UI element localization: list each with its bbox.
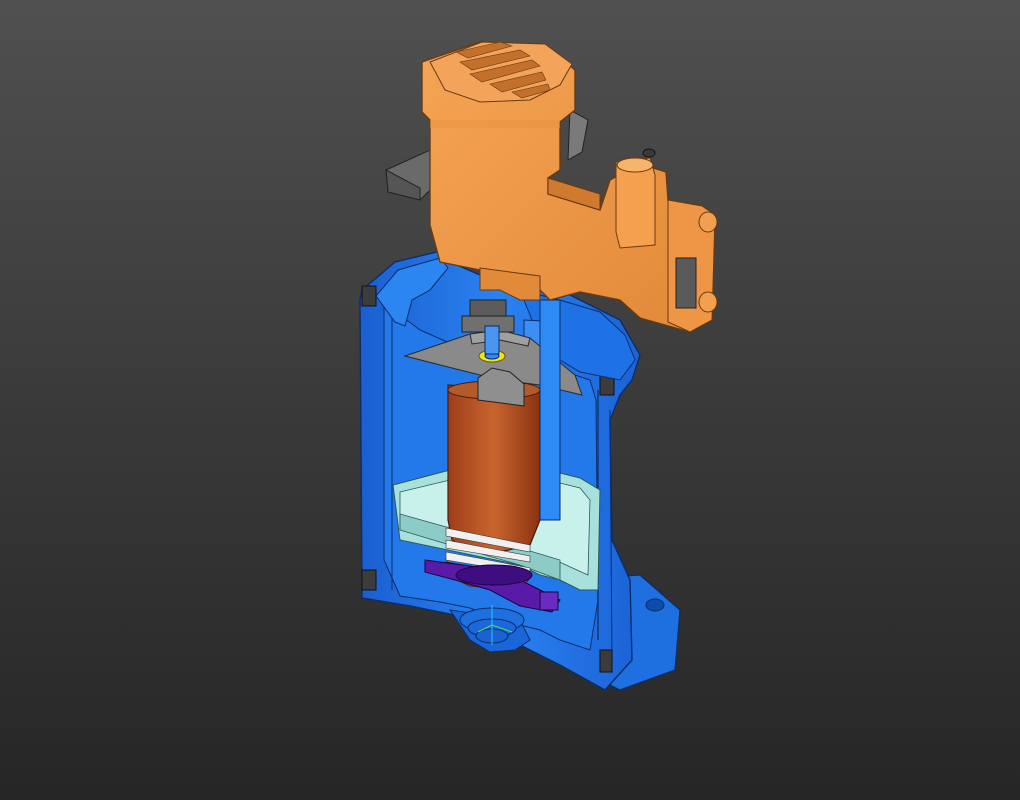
section-model[interactable] (0, 0, 1020, 800)
cad-viewport[interactable] (0, 0, 1020, 800)
stem-rod[interactable] (539, 299, 561, 521)
